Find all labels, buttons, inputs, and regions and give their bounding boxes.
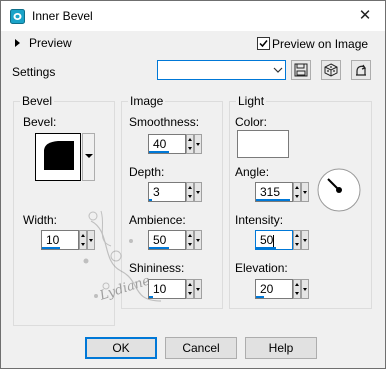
expand-arrow-icon[interactable] [15, 39, 20, 47]
preview-row: Preview Preview on Image [1, 31, 385, 56]
image-group-title: Image [128, 94, 166, 108]
settings-label: Settings [12, 65, 56, 79]
angle-slider-toggle[interactable] [301, 182, 309, 202]
intensity-stepper[interactable] [293, 230, 301, 250]
preview-on-image-label[interactable]: Preview on Image [272, 37, 368, 51]
angle-level-bar [256, 199, 290, 201]
bevel-shape-icon [44, 141, 74, 170]
intensity-slider-toggle[interactable] [301, 230, 309, 250]
chevron-down-icon [85, 154, 93, 158]
depth-input[interactable]: 3 [148, 182, 186, 202]
intensity-level-bar [256, 247, 276, 249]
settings-preset-combo[interactable] [157, 60, 286, 80]
smoothness-label: Smoothness: [129, 115, 200, 129]
elevation-spinner[interactable]: 20 [255, 279, 309, 299]
elevation-label: Elevation: [235, 261, 288, 275]
title-bar: Inner Bevel ✕ [1, 1, 385, 31]
bevel-shape-label: Bevel: [23, 115, 57, 129]
smoothness-slider-toggle[interactable] [194, 134, 202, 154]
close-icon[interactable]: ✕ [345, 1, 385, 31]
angle-spinner[interactable]: 315 [255, 182, 309, 202]
width-label: Width: [23, 213, 58, 227]
light-color-swatch[interactable] [237, 130, 289, 158]
angle-stepper[interactable] [293, 182, 301, 202]
save-preset-icon [294, 63, 308, 77]
app-icon [10, 9, 25, 24]
intensity-spinner[interactable]: 50 [255, 230, 309, 250]
dropdown-arrow-icon[interactable] [271, 61, 285, 79]
randomize-icon [324, 63, 338, 77]
angle-dial[interactable] [316, 167, 362, 213]
smoothness-level-bar [149, 151, 169, 153]
bevel-group-title: Bevel [20, 94, 55, 108]
color-label: Color: [235, 115, 268, 129]
elevation-stepper[interactable] [293, 279, 301, 299]
smoothness-spinner[interactable]: 40 [148, 134, 202, 154]
depth-slider-toggle[interactable] [194, 182, 202, 202]
light-group-title: Light [236, 94, 267, 108]
preview-toggle-label[interactable]: Preview [29, 36, 72, 50]
elevation-slider-toggle[interactable] [301, 279, 309, 299]
inner-bevel-dialog: Inner Bevel ✕ Preview Preview on Image S… [0, 0, 386, 369]
angle-dial-icon [317, 168, 361, 212]
depth-label: Depth: [129, 165, 165, 179]
cancel-button[interactable]: Cancel [165, 337, 237, 359]
save-preset-button[interactable] [291, 60, 311, 80]
reset-button[interactable] [351, 60, 371, 80]
depth-stepper[interactable] [186, 182, 194, 202]
help-button[interactable]: Help [245, 337, 317, 359]
randomize-button[interactable] [321, 60, 341, 80]
angle-label: Angle: [235, 165, 270, 179]
smoothness-stepper[interactable] [186, 134, 194, 154]
bevel-shape-preview[interactable] [35, 133, 81, 181]
ok-button[interactable]: OK [85, 337, 157, 359]
bevel-shape-dropdown[interactable] [82, 133, 95, 181]
depth-spinner[interactable]: 3 [148, 182, 202, 202]
checkbox-icon [259, 40, 268, 48]
elevation-level-bar [256, 296, 264, 298]
window-title: Inner Bevel [32, 9, 93, 23]
width-level-bar [42, 247, 60, 249]
reset-icon [356, 64, 366, 76]
watermark-flourish [71, 201, 201, 311]
intensity-label: Intensity: [235, 213, 284, 227]
preview-on-image-checkbox[interactable] [257, 37, 270, 50]
